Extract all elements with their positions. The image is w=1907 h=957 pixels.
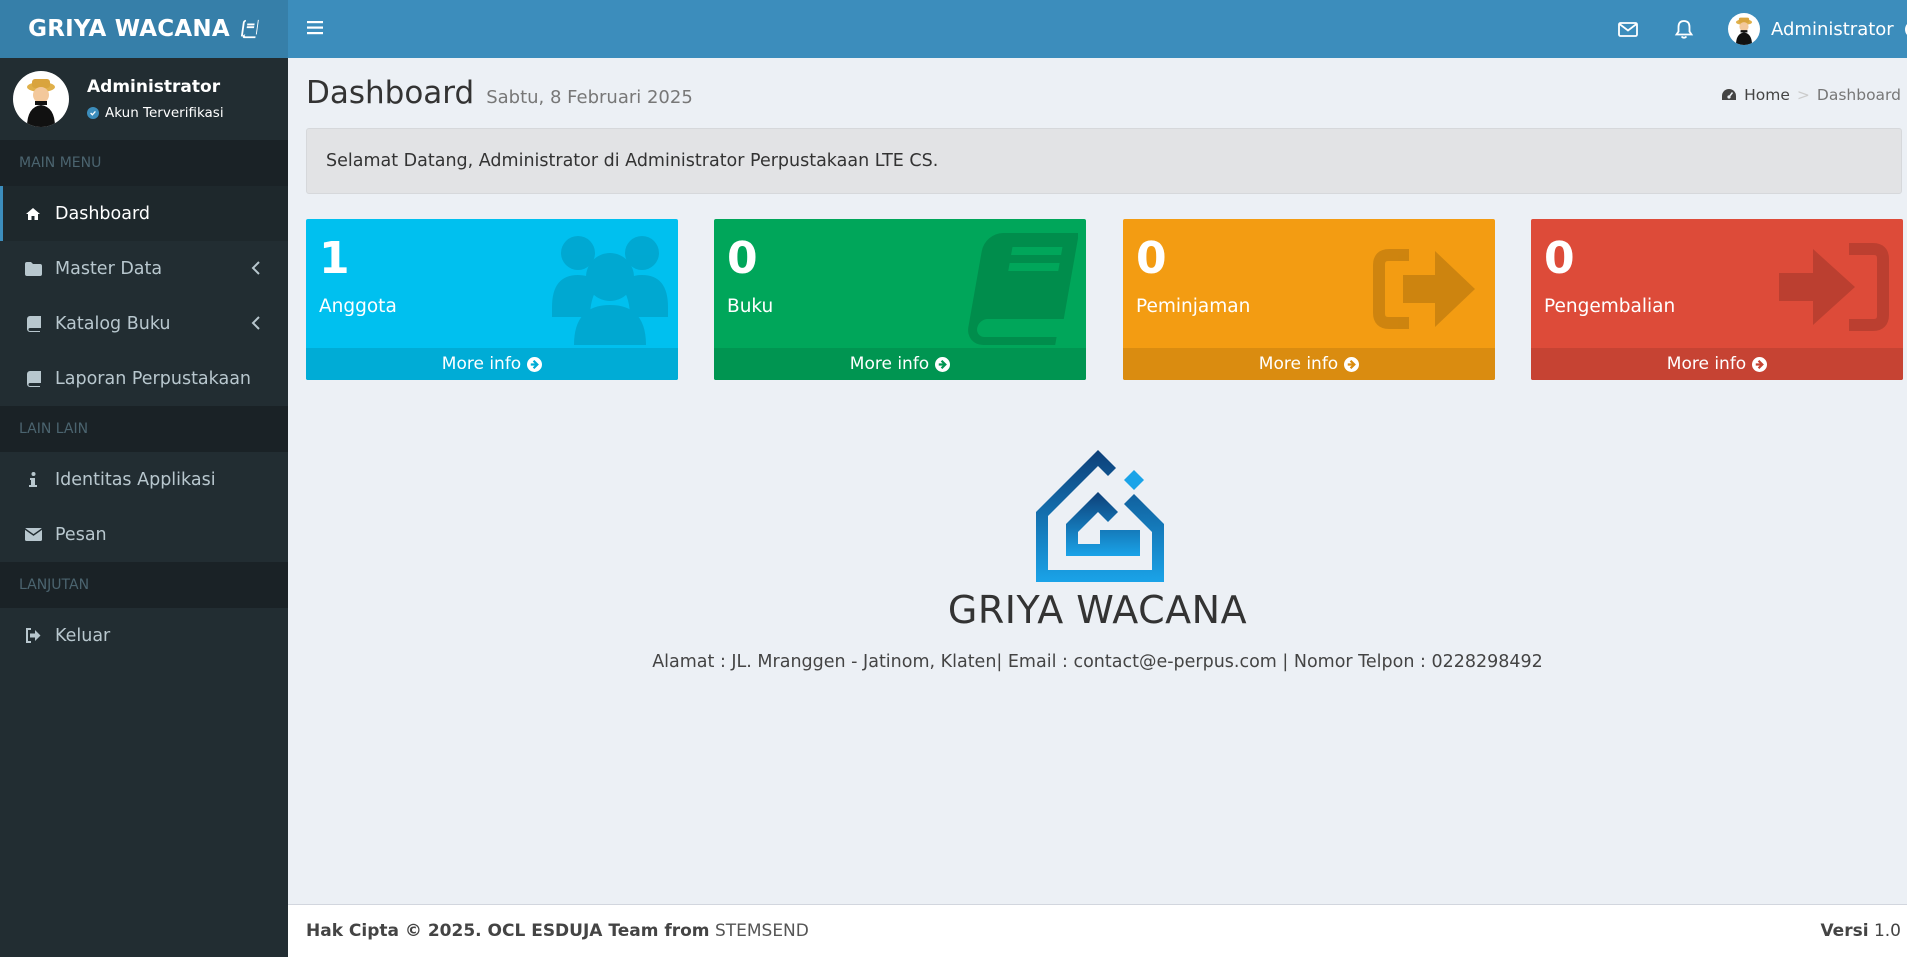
footer-version: 1.0 [1873,921,1901,941]
stat-label: Peminjaman [1136,296,1251,317]
footer-company-link[interactable]: STEMSEND [715,921,809,941]
more-info-label: More info [1258,354,1339,374]
center-logo-section: GRIYA WACANA Alamat : JL. Mranggen - Jat… [288,446,1907,672]
page-date: Sabtu, 8 Februari 2025 [486,87,693,108]
sign-in-icon [1779,243,1889,331]
stat-label: Pengembalian [1544,296,1676,317]
user-name: Administrator [87,77,221,97]
breadcrumb: Home > Dashboard [1721,86,1901,104]
sidebar-item-dashboard[interactable]: Dashboard [0,186,288,241]
arrow-circle-right-icon [935,356,951,372]
menu-header-main: MAIN MENU [0,140,288,186]
footer-copyright: Hak Cipta © 2025. OCL ESDUJA Team from [306,921,710,941]
sidebar-item-label: Keluar [55,625,111,646]
breadcrumb-home[interactable]: Home [1744,86,1790,104]
sidebar: GRIYA WACANA Administrator Akun Terverif… [0,0,288,957]
sidebar-item-label: Identitas Applikasi [55,469,216,490]
menu-header-lain: LAIN LAIN [0,406,288,452]
sidebar-item-label: Katalog Buku [55,313,171,334]
more-info-link[interactable]: More info [1531,348,1903,380]
user-panel: Administrator Akun Terverifikasi [0,58,288,140]
page-header: Dashboard Sabtu, 8 Februari 2025 [306,75,693,111]
brand-logo[interactable]: GRIYA WACANA [0,0,288,58]
book-icon [24,315,42,333]
arrow-circle-right-icon [1344,356,1360,372]
menu-header-lanjutan: LANJUTAN [0,562,288,608]
more-info-link[interactable]: More info [1123,348,1495,380]
stat-label: Buku [727,296,774,317]
sidebar-item-katalog-buku[interactable]: Katalog Buku [0,296,288,351]
sign-out-icon [1373,249,1475,329]
more-info-link[interactable]: More info [306,348,678,380]
more-info-link[interactable]: More info [714,348,1086,380]
dashboard-gauge-icon [1722,89,1737,100]
envelope-icon [24,526,42,544]
stat-value: 1 [319,233,350,284]
sign-out-icon [24,627,42,645]
user-status-label: Akun Terverifikasi [105,105,224,121]
folder-icon [24,260,42,278]
check-circle-icon [87,107,99,119]
footer-version-label: Versi [1820,921,1869,941]
more-info-label: More info [1666,354,1747,374]
home-icon [24,205,42,223]
welcome-alert: Selamat Datang, Administrator di Adminis… [306,128,1902,194]
breadcrumb-separator: > [1796,86,1810,104]
user-status: Akun Terverifikasi [87,105,224,121]
stat-box-buku: 0 Buku More info [714,219,1086,380]
stat-label: Anggota [319,296,397,317]
arrow-circle-right-icon [527,356,543,372]
page-title: Dashboard [306,75,475,111]
nav-user-name: Administrator [1771,18,1894,40]
more-info-label: More info [441,354,522,374]
book-icon [24,370,42,388]
center-logo-title: GRIYA WACANA [947,588,1248,632]
sidebar-item-label: Pesan [55,524,107,545]
sidebar-item-laporan-perpustakaan[interactable]: Laporan Perpustakaan [0,351,288,406]
top-navbar: Administrator [288,0,1907,58]
stat-box-pengembalian: 0 Pengembalian More info [1531,219,1903,380]
sidebar-item-pesan[interactable]: Pesan [0,507,288,562]
brand-name: GRIYA WACANA [28,16,230,42]
envelope-icon[interactable] [1617,18,1639,40]
stat-box-peminjaman: 0 Peminjaman More info [1123,219,1495,380]
breadcrumb-current: Dashboard [1816,86,1901,104]
contact-address: Alamat : JL. Mranggen - Jatinom, Klaten|… [652,652,1543,672]
sidebar-item-label: Dashboard [55,203,150,224]
griya-wacana-logo-icon [1035,450,1164,582]
bell-icon[interactable] [1673,18,1695,40]
avatar [1728,13,1760,45]
avatar[interactable] [13,71,69,127]
stat-box-anggota: 1 Anggota More info [306,219,678,380]
sidebar-item-label: Master Data [55,258,163,279]
sidebar-item-keluar[interactable]: Keluar [0,608,288,663]
info-icon [24,471,42,489]
book-icon [968,233,1078,345]
stat-value: 0 [1136,233,1167,284]
arrow-circle-right-icon [1752,356,1768,372]
main-footer: Hak Cipta © 2025. OCL ESDUJA Team from S… [288,904,1907,957]
book-icon [240,19,259,39]
sidebar-item-identitas-applikasi[interactable]: Identitas Applikasi [0,452,288,507]
sidebar-item-label: Laporan Perpustakaan [55,368,252,389]
hamburger-menu-icon[interactable] [306,18,326,38]
chevron-left-icon [251,316,260,330]
stat-value: 0 [1544,233,1575,284]
user-menu[interactable]: Administrator [1728,0,1907,58]
chevron-left-icon [251,261,260,275]
sidebar-item-master-data[interactable]: Master Data [0,241,288,296]
users-icon [552,236,668,345]
more-info-label: More info [849,354,930,374]
stat-value: 0 [727,233,758,284]
